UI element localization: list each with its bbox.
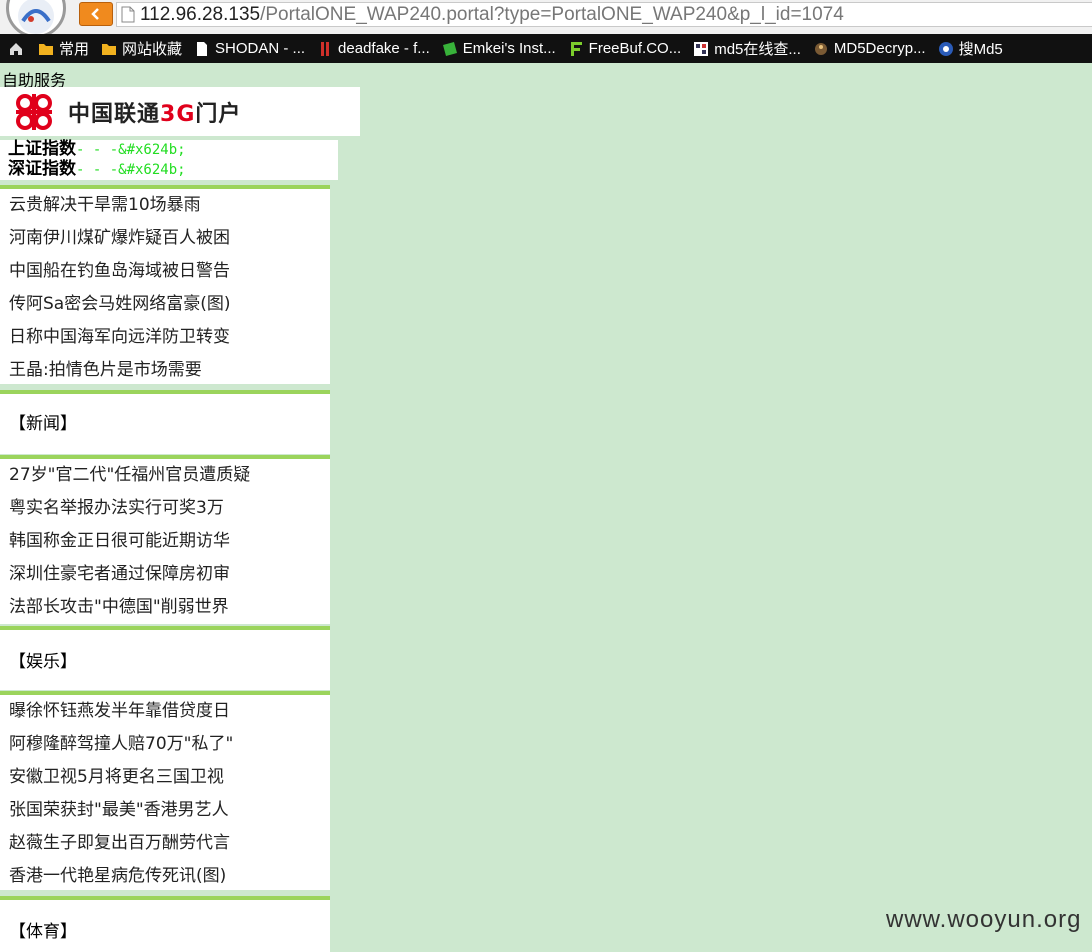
home-button[interactable]	[8, 34, 24, 63]
stock-index-row[interactable]: 深证指数- - -&#x624b;	[0, 160, 338, 180]
index-value: - - -&#x624b;	[76, 142, 186, 158]
brand-portal: 门户	[195, 101, 242, 127]
home-icon	[10, 42, 22, 55]
bookmark-label: md5在线查...	[714, 41, 801, 58]
news-item[interactable]: 法部长攻击"中德国"削弱世界	[0, 591, 330, 624]
headline-item[interactable]: 云贵解决干旱需10场暴雨	[0, 189, 330, 222]
headline-item[interactable]: 中国船在钓鱼岛海域被日警告	[0, 255, 330, 288]
search-md5-icon	[938, 41, 953, 56]
entertainment-item[interactable]: 赵薇生子即复出百万酬劳代言	[0, 827, 330, 860]
freebuf-icon	[570, 41, 582, 56]
news-item[interactable]: 韩国称金正日很可能近期访华	[0, 525, 330, 558]
bookmark-shodan[interactable]: SHODAN - ...	[194, 34, 305, 63]
address-path: /PortalONE_WAP240.portal?type=PortalONE_…	[260, 3, 844, 25]
watermark: www.wooyun.org	[886, 906, 1082, 933]
index-name: 上证指数	[8, 139, 76, 159]
news-item[interactable]: 深圳住豪宅者通过保障房初审	[0, 558, 330, 591]
md5decrypt-icon	[814, 42, 827, 55]
news-section-header: 【新闻】	[0, 394, 330, 454]
back-button[interactable]	[79, 2, 113, 26]
brand-3g: 3G	[160, 101, 196, 127]
bookmark-common[interactable]: 常用	[38, 34, 89, 63]
page-content: 自助服务 中国联通3G门户 上证指数- - -&#x624b; 深证指数- - …	[0, 63, 1092, 952]
section-title-news[interactable]: 【新闻】	[0, 394, 330, 434]
headline-list: 云贵解决干旱需10场暴雨 河南伊川煤矿爆炸疑百人被困 中国船在钓鱼岛海域被日警告…	[0, 189, 330, 387]
index-name: 深证指数	[8, 159, 76, 179]
section-title-entertainment[interactable]: 【娱乐】	[0, 630, 330, 672]
entertainment-item[interactable]: 曝徐怀钰燕发半年靠借贷度日	[0, 695, 330, 728]
bookmark-label: Emkei's Inst...	[462, 40, 556, 57]
news-item[interactable]: 粤实名举报办法实行可奖3万	[0, 492, 330, 525]
bookmark-emkei[interactable]: Emkei's Inst...	[442, 34, 556, 63]
brand-name: 中国联通	[68, 101, 161, 127]
bookmark-label: SHODAN - ...	[215, 40, 306, 57]
bookmark-label: deadfake - f...	[338, 40, 430, 57]
page-icon	[197, 41, 208, 56]
bookmark-label: FreeBuf.CO...	[588, 40, 682, 57]
bookmark-label: 常用	[59, 41, 90, 58]
news-item[interactable]: 27岁"官二代"任福州官员遭质疑	[0, 459, 330, 492]
entertainment-section-header: 【娱乐】	[0, 630, 330, 690]
entertainment-list: 曝徐怀钰燕发半年靠借贷度日 阿穆隆醉驾撞人赔70万"私了" 安徽卫视5月将更名三…	[0, 695, 330, 893]
index-value: - - -&#x624b;	[76, 162, 186, 178]
browser-toolbar: 112.96.28.135/PortalONE_WAP240.portal?ty…	[0, 0, 1092, 38]
section-title-sports[interactable]: 【体育】	[0, 900, 330, 942]
headline-item[interactable]: 传阿Sa密会马姓网络富豪(图)	[0, 288, 330, 321]
page-icon	[121, 6, 135, 23]
entertainment-item[interactable]: 张国荣获封"最美"香港男艺人	[0, 794, 330, 827]
stock-index-row[interactable]: 上证指数- - -&#x624b;	[0, 140, 338, 160]
browser-logo-icon[interactable]	[6, 0, 66, 38]
headline-item[interactable]: 日称中国海军向远洋防卫转变	[0, 321, 330, 354]
bookmark-favorites[interactable]: 网站收藏	[101, 34, 182, 63]
red-bars-icon	[321, 41, 330, 56]
entertainment-item[interactable]: 香港一代艳星病危传死讯(图)	[0, 860, 330, 893]
entertainment-item[interactable]: 安徽卫视5月将更名三国卫视	[0, 761, 330, 794]
headline-item[interactable]: 河南伊川煤矿爆炸疑百人被困	[0, 222, 330, 255]
address-bar[interactable]: 112.96.28.135/PortalONE_WAP240.portal?ty…	[116, 2, 1092, 27]
news-list-block: 27岁"官二代"任福州官员遭质疑 粤实名举报办法实行可奖3万 韩国称金正日很可能…	[0, 459, 330, 624]
headline-list-block: 云贵解决干旱需10场暴雨 河南伊川煤矿爆炸疑百人被困 中国船在钓鱼岛海域被日警告…	[0, 189, 330, 384]
bookmark-label: 网站收藏	[122, 41, 183, 58]
bookmark-label: 搜Md5	[958, 41, 1003, 58]
folder-icon	[39, 43, 53, 55]
portal-logo[interactable]: 中国联通3G门户	[0, 87, 360, 136]
portal-logo-text: 中国联通3G门户	[68, 96, 241, 128]
bookmark-deadfake[interactable]: deadfake - f...	[317, 34, 430, 63]
address-host: 112.96.28.135	[140, 3, 261, 25]
folder-icon	[102, 43, 117, 55]
news-list: 27岁"官二代"任福州官员遭质疑 粤实名举报办法实行可奖3万 韩国称金正日很可能…	[0, 459, 330, 624]
green-arrow-icon	[442, 41, 457, 56]
bookmark-md5decrypt[interactable]: MD5Decryp...	[813, 34, 926, 63]
sports-section-header: 【体育】	[0, 900, 330, 952]
entertainment-item[interactable]: 阿穆隆醉驾撞人赔70万"私了"	[0, 728, 330, 761]
china-unicom-knot-icon	[16, 93, 52, 130]
headline-item[interactable]: 王晶:拍情色片是市场需要	[0, 354, 330, 387]
chevron-left-icon	[91, 8, 99, 20]
entertainment-list-block: 曝徐怀钰燕发半年靠借贷度日 阿穆隆醉驾撞人赔70万"私了" 安徽卫视5月将更名三…	[0, 695, 330, 890]
md5-icon	[694, 41, 709, 56]
bookmarks-bar: 常用 网站收藏 SHODAN - ... deadfake - f... Emk…	[0, 34, 1092, 63]
bookmark-label: MD5Decryp...	[833, 40, 926, 57]
bookmark-freebuf[interactable]: FreeBuf.CO...	[568, 34, 682, 63]
bookmark-md5-search[interactable]: md5在线查...	[693, 34, 801, 63]
bookmark-search-md5[interactable]: 搜Md5	[938, 34, 1003, 63]
address-url: 112.96.28.135/PortalONE_WAP240.portal?ty…	[140, 4, 844, 26]
stock-index-box: 上证指数- - -&#x624b; 深证指数- - -&#x624b;	[0, 140, 338, 180]
